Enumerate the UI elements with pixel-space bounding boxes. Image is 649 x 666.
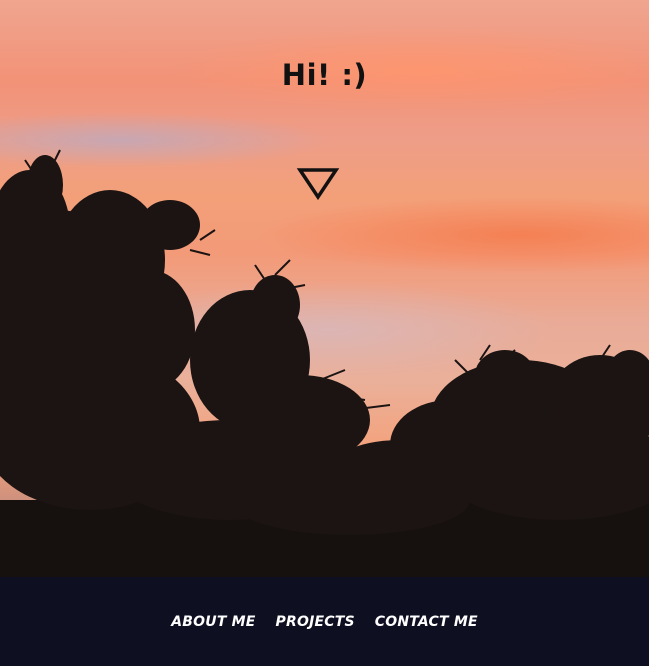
hero-section: Hi! :) <box>0 0 649 577</box>
triangle-down-icon[interactable] <box>296 166 340 202</box>
nav-item-projects[interactable]: PROJECTS <box>276 614 355 630</box>
greeting-title: Hi! :) <box>281 58 368 92</box>
footer-nav: ABOUT ME PROJECTS CONTACT ME <box>0 614 649 630</box>
nav-item-about-me[interactable]: ABOUT ME <box>171 614 255 630</box>
nav-item-contact-me[interactable]: CONTACT ME <box>375 614 478 630</box>
